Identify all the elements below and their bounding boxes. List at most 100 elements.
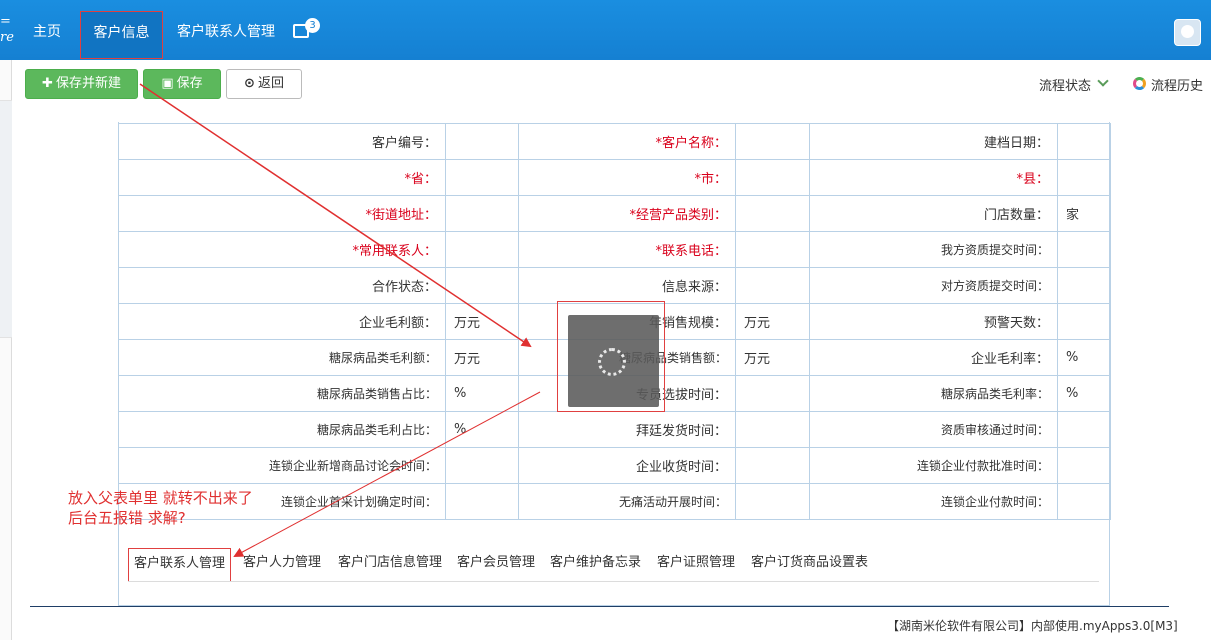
form-field[interactable] <box>1057 231 1111 268</box>
annotation-box-loading <box>557 301 665 412</box>
form-label: 连锁企业付款时间： <box>809 483 1058 520</box>
form-field[interactable] <box>445 447 519 484</box>
form-label: 我方资质提交时间： <box>809 231 1058 268</box>
form-label: 对方资质提交时间： <box>809 267 1058 304</box>
form-label: *经营产品类别： <box>518 195 736 232</box>
left-sidebar-strip <box>0 60 12 640</box>
form-label: 糖尿病品类毛利占比： <box>118 411 446 448</box>
form-field[interactable] <box>445 483 519 520</box>
form-row: 合作状态： 信息来源： 对方资质提交时间： <box>118 267 1111 304</box>
nav-customer-contacts[interactable]: 客户联系人管理 <box>177 0 275 60</box>
form-label: 糖尿病品类销售占比： <box>118 375 446 412</box>
form-label: 资质审核通过时间： <box>809 411 1058 448</box>
form-field[interactable]: 家 <box>1057 195 1111 232</box>
form-label: 企业毛利率： <box>809 339 1058 376</box>
chevron-down-icon[interactable] <box>1097 75 1109 87</box>
form-row: 连锁企业首采计划确定时间： 无痛活动开展时间： 连锁企业付款时间： <box>118 483 1111 520</box>
form-row: 客户编号： *客户名称： 建档日期： <box>118 123 1111 160</box>
form-label: 门店数量： <box>809 195 1058 232</box>
form-label: *联系电话： <box>518 231 736 268</box>
nav-customer-info[interactable]: 客户信息 <box>80 11 163 59</box>
form-field[interactable] <box>735 159 810 196</box>
form-field[interactable]: 万元 <box>445 339 519 376</box>
form-field[interactable] <box>1057 123 1111 160</box>
form-row: 糖尿病品类毛利占比：% 拜廷发货时间： 资质审核通过时间： <box>118 411 1111 448</box>
form-label: *省： <box>118 159 446 196</box>
notification-badge: 3 <box>305 18 320 33</box>
form-label: 合作状态： <box>118 267 446 304</box>
form-label: 企业毛利额： <box>118 303 446 340</box>
form-field[interactable]: % <box>1057 339 1111 376</box>
form-label: 糖尿病品类毛利率： <box>809 375 1058 412</box>
form-label: 建档日期： <box>809 123 1058 160</box>
form-label: 预警天数： <box>809 303 1058 340</box>
form-row: *常用联系人： *联系电话： 我方资质提交时间： <box>118 231 1111 268</box>
plus-icon: ✚ <box>42 76 53 91</box>
form-field[interactable]: 万元 <box>445 303 519 340</box>
form-label: 无痛活动开展时间： <box>518 483 736 520</box>
tabs-divider <box>128 581 1099 582</box>
form-field[interactable] <box>445 231 519 268</box>
sidebar-selected-area <box>0 100 12 338</box>
form-label: *街道地址： <box>118 195 446 232</box>
form-field[interactable] <box>445 159 519 196</box>
flow-status-dropdown[interactable]: 流程状态 <box>1039 75 1091 94</box>
tab-customer-staff[interactable]: 客户人力管理 <box>243 548 321 582</box>
form-label: *常用联系人： <box>118 231 446 268</box>
form-field[interactable] <box>735 267 810 304</box>
flow-history-link[interactable]: 流程历史 <box>1151 75 1203 94</box>
form-field[interactable] <box>1057 447 1111 484</box>
save-and-new-button[interactable]: ✚ 保存并新建 <box>25 69 138 99</box>
form-field[interactable]: % <box>1057 375 1111 412</box>
tab-customer-contacts[interactable]: 客户联系人管理 <box>128 548 232 582</box>
tab-customer-stores[interactable]: 客户门店信息管理 <box>338 548 442 582</box>
form-field[interactable]: 万元 <box>735 339 810 376</box>
form-label: 信息来源： <box>518 267 736 304</box>
tab-customer-memo[interactable]: 客户维护备忘录 <box>550 548 641 582</box>
nav-home[interactable]: 主页 <box>33 0 61 60</box>
back-circle-icon: ⊙ <box>244 76 255 91</box>
form-field[interactable]: % <box>445 375 519 412</box>
tab-customer-order-settings[interactable]: 客户订货商品设置表 <box>751 548 868 582</box>
form-field[interactable] <box>735 411 810 448</box>
form-field[interactable] <box>1057 159 1111 196</box>
form-label: 企业收货时间： <box>518 447 736 484</box>
form-field[interactable] <box>1057 303 1111 340</box>
brand-logo: = re <box>0 14 14 45</box>
form-row: *省： *市： *县： <box>118 159 1111 196</box>
form-field[interactable] <box>735 231 810 268</box>
form-field[interactable] <box>1057 267 1111 304</box>
form-label: 拜廷发货时间： <box>518 411 736 448</box>
form-field[interactable] <box>735 483 810 520</box>
form-row: 连锁企业新增商品讨论会时间： 企业收货时间： 连锁企业付款批准时间： <box>118 447 1111 484</box>
form-label: 连锁企业付款批准时间： <box>809 447 1058 484</box>
form-field[interactable] <box>445 123 519 160</box>
form-label: *县： <box>809 159 1058 196</box>
form-field[interactable] <box>735 195 810 232</box>
form-field[interactable]: % <box>445 411 519 448</box>
form-label: *市： <box>518 159 736 196</box>
flow-history-icon[interactable] <box>1133 77 1146 90</box>
form-field[interactable] <box>735 447 810 484</box>
back-button[interactable]: ⊙ 返回 <box>226 69 302 99</box>
user-avatar[interactable] <box>1174 19 1201 46</box>
form-label: *客户名称： <box>518 123 736 160</box>
annotation-text: 放入父表单里 就转不出来了 后台五报错 求解? <box>68 489 253 527</box>
form-label: 客户编号： <box>118 123 446 160</box>
form-field[interactable]: 万元 <box>735 303 810 340</box>
form-field[interactable] <box>735 123 810 160</box>
save-button[interactable]: ▣ 保存 <box>143 69 221 99</box>
form-field[interactable] <box>735 375 810 412</box>
tab-customer-licenses[interactable]: 客户证照管理 <box>657 548 735 582</box>
form-field[interactable] <box>1057 483 1111 520</box>
form-label: 糖尿病品类毛利额： <box>118 339 446 376</box>
form-field[interactable] <box>445 195 519 232</box>
top-navigation-bar: = re 主页 客户信息 客户联系人管理 3 <box>0 0 1211 60</box>
form-field[interactable] <box>445 267 519 304</box>
form-field[interactable] <box>1057 411 1111 448</box>
footer-text: 【湖南米伦软件有限公司】内部使用.myApps3.0[M3] <box>887 619 1178 633</box>
form-label: 连锁企业新增商品讨论会时间： <box>118 447 446 484</box>
floppy-disk-icon: ▣ <box>161 76 174 91</box>
tab-customer-members[interactable]: 客户会员管理 <box>457 548 535 582</box>
footer-divider <box>30 606 1169 607</box>
